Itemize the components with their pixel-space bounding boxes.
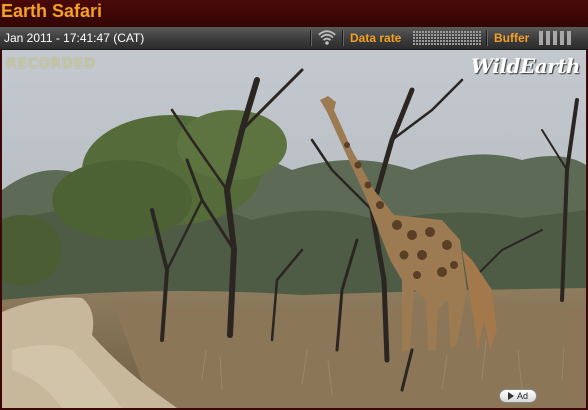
title-bar: Earth Safari — [0, 0, 588, 27]
play-triangle-icon — [507, 392, 514, 400]
data-rate-meter — [413, 31, 481, 45]
info-bar: Jan 2011 - 17:41:47 (CAT) Data rate Buff… — [0, 27, 588, 50]
buffer-meter-bar — [560, 31, 564, 45]
divider — [310, 30, 312, 46]
buffer-meter-bar — [567, 31, 571, 45]
video-player[interactable]: RECORDED WildEarth Ad — [2, 50, 586, 408]
buffer-meter-bar — [539, 31, 543, 45]
data-rate-label: Data rate — [350, 31, 402, 45]
ad-button[interactable]: Ad — [499, 389, 537, 403]
buffer-label: Buffer — [494, 31, 530, 45]
app-title: Earth Safari — [1, 1, 103, 21]
stream-timestamp: Jan 2011 - 17:41:47 (CAT) — [4, 31, 145, 45]
ad-button-label: Ad — [516, 391, 528, 401]
buffer-meter-bar — [546, 31, 550, 45]
divider — [342, 30, 344, 46]
buffer-meter-bar — [553, 31, 557, 45]
wifi-signal-icon — [318, 30, 336, 45]
video-frame — [2, 50, 586, 408]
wildearth-watermark: WildEarth — [470, 54, 581, 78]
recorded-overlay: RECORDED — [6, 56, 97, 72]
divider — [486, 30, 488, 46]
